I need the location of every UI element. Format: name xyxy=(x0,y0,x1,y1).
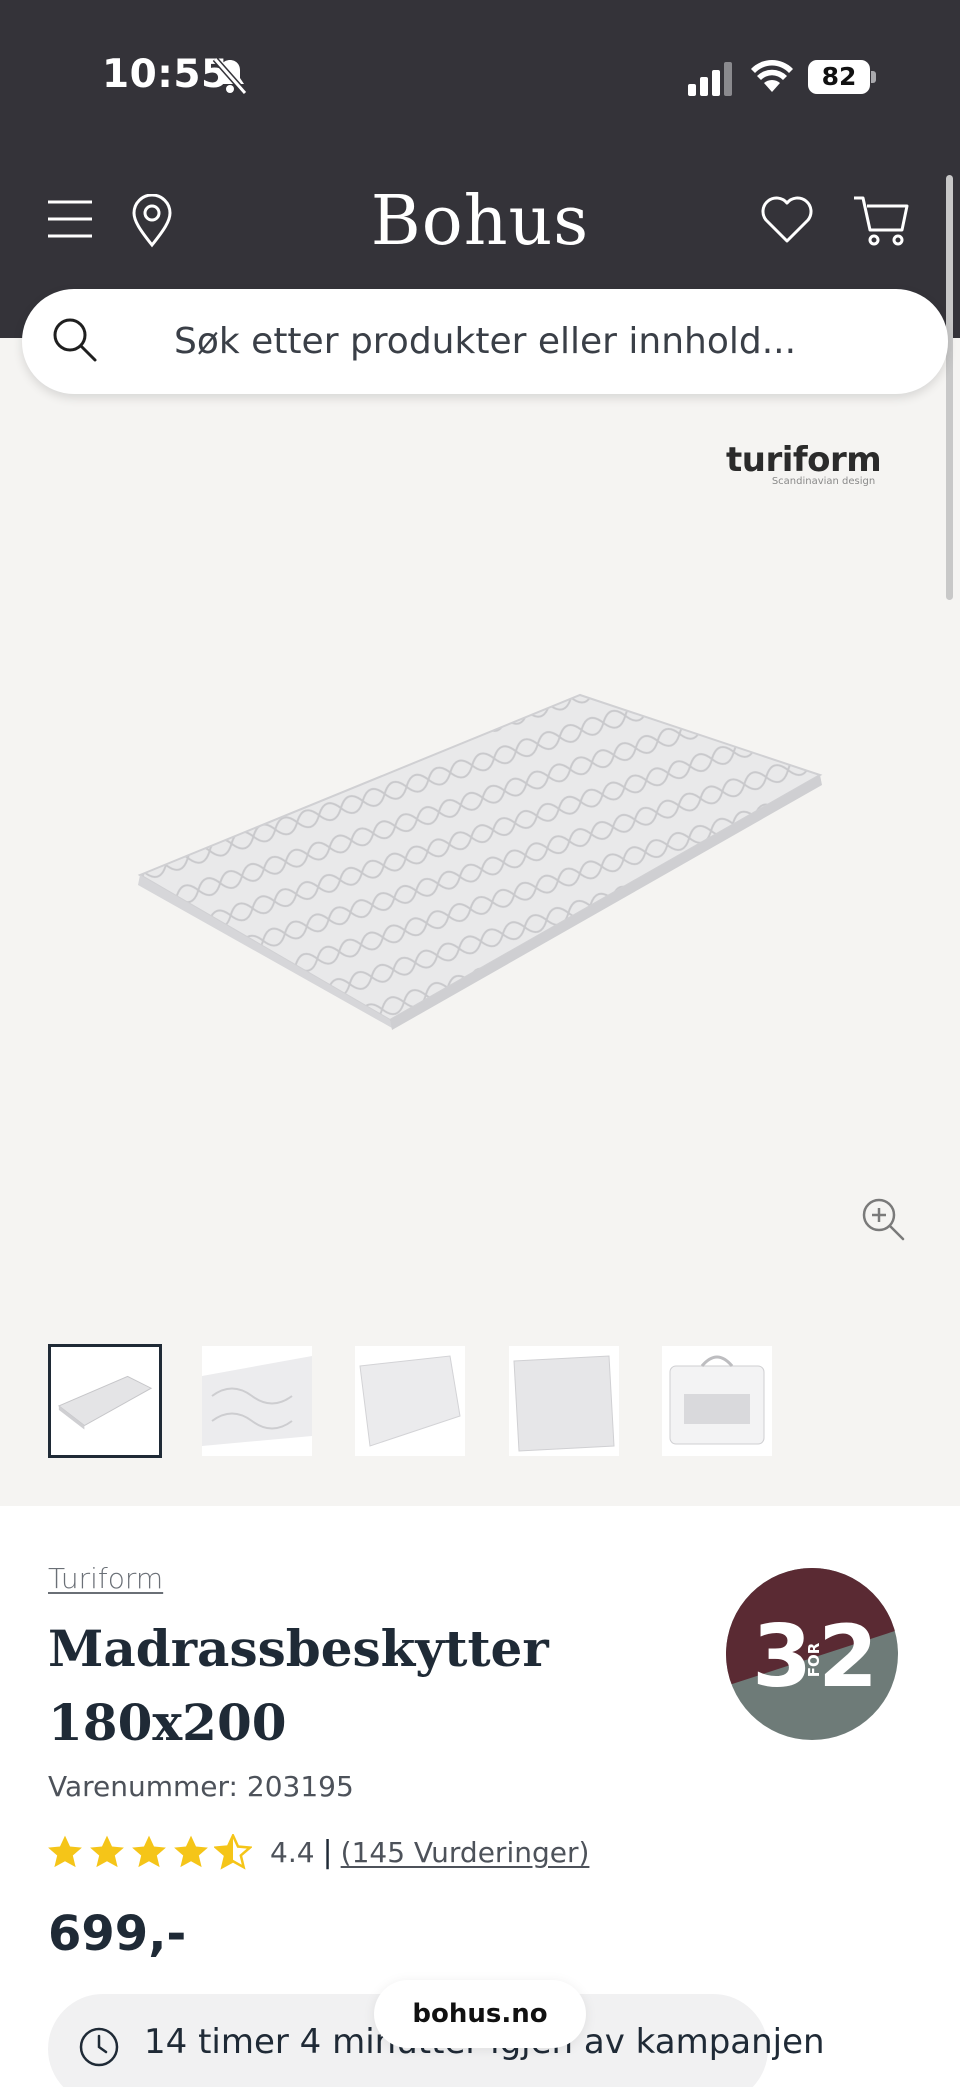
thumbnail-3[interactable] xyxy=(355,1346,465,1456)
app-header: 10:55 82 Bohus xyxy=(0,0,960,338)
thumbnail-1[interactable] xyxy=(48,1344,162,1458)
browser-url-bar[interactable]: bohus.no xyxy=(374,1980,586,2048)
wifi-icon xyxy=(751,59,793,92)
search-input[interactable] xyxy=(174,311,894,371)
battery-level: 82 xyxy=(808,60,870,94)
sku-number: Varenummer: 203195 xyxy=(48,1770,354,1803)
star-icon xyxy=(174,1835,208,1868)
thumbnail-2[interactable] xyxy=(202,1346,312,1456)
brand-link[interactable]: Turiform xyxy=(48,1562,163,1595)
thumbnail-4[interactable] xyxy=(509,1346,619,1456)
half-star-icon xyxy=(214,1834,252,1870)
wishlist-heart-icon[interactable] xyxy=(760,196,814,244)
clock-icon xyxy=(79,2027,119,2067)
store-location-icon[interactable] xyxy=(130,194,174,248)
star-icon xyxy=(48,1835,82,1868)
zoom-in-icon[interactable] xyxy=(860,1196,906,1242)
cart-icon[interactable] xyxy=(852,194,910,248)
bohus-logo[interactable]: Bohus xyxy=(330,182,630,261)
rating-value: 4.4 xyxy=(270,1835,315,1869)
cellular-signal-icon xyxy=(688,62,732,96)
thumbnail-5[interactable] xyxy=(662,1346,772,1456)
battery-icon: 82 xyxy=(808,60,876,94)
star-icon xyxy=(132,1835,166,1868)
turiform-logo: turiform Scandinavian design xyxy=(726,440,882,487)
star-icon xyxy=(90,1835,124,1868)
rating-stars xyxy=(46,1834,252,1870)
3-for-2-badge: 3 FOR 2 xyxy=(726,1568,898,1740)
page-scrollbar[interactable] xyxy=(946,175,953,600)
status-time: 10:55 xyxy=(102,52,229,97)
search-icon[interactable] xyxy=(50,315,100,365)
badge-number-2: 2 xyxy=(818,1607,878,1707)
search-bar[interactable] xyxy=(22,289,948,394)
menu-icon[interactable] xyxy=(46,198,94,240)
rating-row: 4.4 | (145 Vurderinger) xyxy=(46,1832,589,1872)
product-title: Madrassbeskytter 180x200 xyxy=(48,1619,549,1752)
product-price: 699,- xyxy=(48,1906,187,1962)
badge-number-3: 3 xyxy=(752,1607,812,1707)
rating-separator: | xyxy=(322,1834,333,1870)
silent-bell-icon xyxy=(212,57,248,95)
reviews-link[interactable]: (145 Vurderinger) xyxy=(341,1836,590,1869)
product-image[interactable] xyxy=(130,680,830,1040)
